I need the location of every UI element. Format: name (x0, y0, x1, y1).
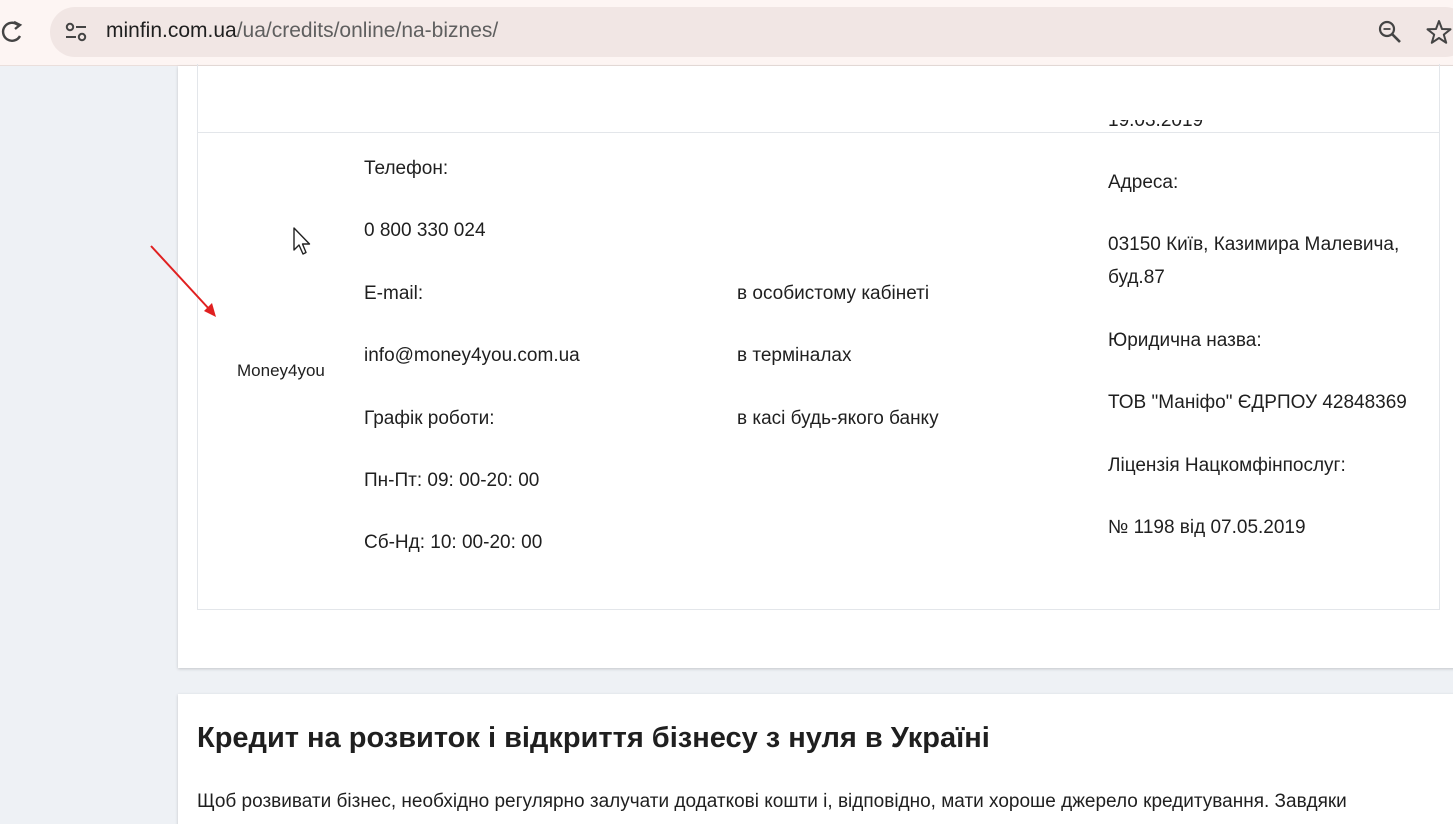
lender-name[interactable]: Money4you (237, 361, 325, 381)
repayment-method: в терміналах (737, 345, 852, 366)
mouse-pointer-icon (293, 227, 311, 255)
article-paragraph: Щоб розвивати бізнес, необхідно регулярн… (197, 791, 1347, 812)
bookmark-star-icon[interactable] (1425, 18, 1453, 46)
browser-toolbar: minfin.com.ua/ua/credits/online/na-bizne… (0, 0, 1453, 66)
phone-value: 0 800 330 024 (364, 220, 486, 241)
article-card: Кредит на розвиток і відкриття бізнесу з… (178, 694, 1453, 824)
repayment-method: в особистому кабінеті (737, 283, 930, 304)
lenders-table-card: 19.03.2019 Money4you Телефон: 0 800 330 … (178, 64, 1453, 668)
email-value[interactable]: info@money4you.com.ua (364, 345, 580, 367)
reload-icon[interactable] (0, 18, 26, 46)
license-label: Ліцензія Нацкомфінпослуг: (1108, 455, 1346, 476)
lenders-table: 19.03.2019 Money4you Телефон: 0 800 330 … (197, 64, 1440, 610)
url-host: minfin.com.ua (106, 19, 237, 42)
zoom-icon[interactable] (1377, 19, 1403, 45)
schedule-weekdays: Пн-Пт: 09: 00-20: 00 (364, 470, 540, 491)
url-path: /ua/credits/online/na-biznes/ (236, 19, 499, 42)
license-value: № 1198 від 07.05.2019 (1108, 517, 1306, 538)
repayment-method: в касі будь-якого банку (737, 408, 939, 429)
schedule-label: Графік роботи: (364, 408, 495, 429)
address-label: Адреса: (1108, 172, 1179, 193)
schedule-weekend: Сб-Нд: 10: 00-20: 00 (364, 532, 543, 553)
article-title: Кредит на розвиток і відкриття бізнесу з… (197, 722, 990, 754)
site-settings-icon[interactable] (64, 19, 88, 45)
legal-name-value: ТОВ "Маніфо" ЄДРПОУ 42848369 (1108, 392, 1407, 413)
url-text[interactable]: minfin.com.ua/ua/credits/online/na-bizne… (106, 19, 498, 43)
phone-label: Телефон: (364, 158, 449, 179)
address-line-2: буд.87 (1108, 267, 1165, 288)
row-divider (198, 132, 1439, 133)
annotation-arrow-icon (150, 245, 216, 317)
email-label: E-mail: (364, 283, 424, 304)
legal-name-label: Юридична назва: (1108, 330, 1262, 351)
address-line-1: 03150 Київ, Казимира Малевича, (1108, 234, 1400, 255)
